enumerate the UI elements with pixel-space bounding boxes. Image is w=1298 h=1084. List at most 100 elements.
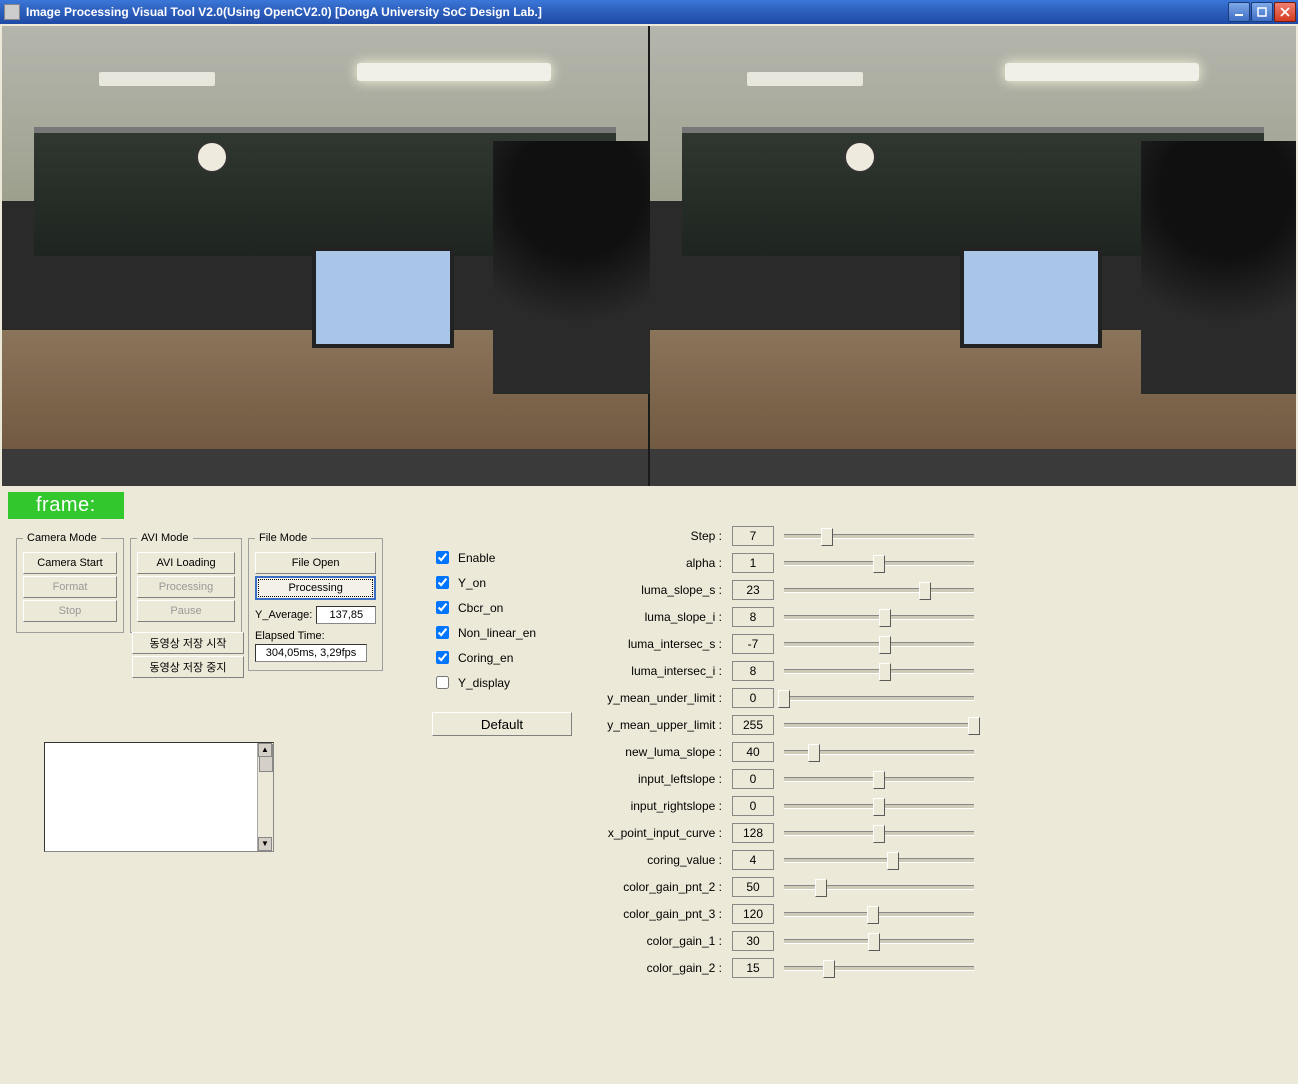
slider-color_gain_1[interactable] (784, 929, 974, 953)
slider-label-y_mean_upper_limit: y_mean_upper_limit : (582, 718, 722, 732)
video-right (650, 26, 1296, 486)
avi-loading-button[interactable]: AVI Loading (137, 552, 235, 574)
slider-label-alpha: alpha : (582, 556, 722, 570)
slider-label-luma_slope_s: luma_slope_s : (582, 583, 722, 597)
slider-label-new_luma_slope: new_luma_slope : (582, 745, 722, 759)
default-button[interactable]: Default (432, 712, 572, 736)
video-save-start-button[interactable]: 동영상 저장 시작 (132, 632, 244, 654)
titlebar: Image Processing Visual Tool V2.0(Using … (0, 0, 1298, 24)
slider-label-luma_intersec_i: luma_intersec_i : (582, 664, 722, 678)
slider-thumb-color_gain_pnt_3[interactable] (867, 906, 879, 924)
slider-y_mean_under_limit[interactable] (784, 686, 974, 710)
slider-row-input_rightslope: input_rightslope :0 (582, 792, 982, 819)
slider-color_gain_pnt_2[interactable] (784, 875, 974, 899)
y-on-checkbox[interactable] (436, 576, 449, 589)
slider-label-coring_value: coring_value : (582, 853, 722, 867)
slider-thumb-x_point_input_curve[interactable] (873, 825, 885, 843)
slider-value-luma_intersec_s: -7 (732, 634, 774, 654)
nonlinear-en-checkbox[interactable] (436, 626, 449, 639)
slider-luma_intersec_s[interactable] (784, 632, 974, 656)
slider-thumb-luma_intersec_i[interactable] (879, 663, 891, 681)
slider-label-input_rightslope: input_rightslope : (582, 799, 722, 813)
video-save-stop-button[interactable]: 동영상 저장 중지 (132, 656, 244, 678)
slider-row-Step: Step :7 (582, 522, 982, 549)
slider-row-input_leftslope: input_leftslope :0 (582, 765, 982, 792)
camera-stop-button: Stop (23, 600, 117, 622)
slider-thumb-y_mean_under_limit[interactable] (778, 690, 790, 708)
camera-start-button[interactable]: Camera Start (23, 552, 117, 574)
slider-value-new_luma_slope: 40 (732, 742, 774, 762)
slider-thumb-luma_intersec_s[interactable] (879, 636, 891, 654)
slider-luma_slope_i[interactable] (784, 605, 974, 629)
slider-value-input_leftslope: 0 (732, 769, 774, 789)
slider-thumb-luma_slope_i[interactable] (879, 609, 891, 627)
scroll-up-arrow[interactable]: ▲ (258, 743, 272, 757)
nonlinear-en-label: Non_linear_en (458, 626, 536, 640)
slider-coring_value[interactable] (784, 848, 974, 872)
slider-thumb-luma_slope_s[interactable] (919, 582, 931, 600)
slider-value-alpha: 1 (732, 553, 774, 573)
slider-alpha[interactable] (784, 551, 974, 575)
slider-label-color_gain_1: color_gain_1 : (582, 934, 722, 948)
scroll-down-arrow[interactable]: ▼ (258, 837, 272, 851)
avi-pause-button: Pause (137, 600, 235, 622)
close-button[interactable] (1274, 2, 1296, 22)
slider-label-color_gain_pnt_3: color_gain_pnt_3 : (582, 907, 722, 921)
minimize-button[interactable] (1228, 2, 1250, 22)
video-panels (2, 26, 1296, 486)
slider-row-color_gain_pnt_2: color_gain_pnt_2 :50 (582, 873, 982, 900)
camera-mode-legend: Camera Mode (23, 532, 101, 544)
slider-label-color_gain_pnt_2: color_gain_pnt_2 : (582, 880, 722, 894)
video-left (2, 26, 648, 486)
cbcr-on-checkbox[interactable] (436, 601, 449, 614)
file-processing-button[interactable]: Processing (255, 576, 376, 600)
slider-row-y_mean_upper_limit: y_mean_upper_limit :255 (582, 711, 982, 738)
slider-value-x_point_input_curve: 128 (732, 823, 774, 843)
slider-luma_intersec_i[interactable] (784, 659, 974, 683)
coring-en-checkbox[interactable] (436, 651, 449, 664)
cbcr-on-label: Cbcr_on (458, 601, 503, 615)
slider-value-luma_slope_i: 8 (732, 607, 774, 627)
slider-row-luma_slope_s: luma_slope_s :23 (582, 576, 982, 603)
slider-row-luma_intersec_s: luma_intersec_s : -7 (582, 630, 982, 657)
slider-thumb-alpha[interactable] (873, 555, 885, 573)
y-on-label: Y_on (458, 576, 486, 590)
slider-y_mean_upper_limit[interactable] (784, 713, 974, 737)
frame-counter-label: frame: (8, 492, 124, 519)
maximize-button[interactable] (1251, 2, 1273, 22)
slider-thumb-new_luma_slope[interactable] (808, 744, 820, 762)
slider-thumb-Step[interactable] (821, 528, 833, 546)
log-scrollbar[interactable]: ▲ ▼ (257, 743, 273, 851)
slider-value-y_mean_under_limit: 0 (732, 688, 774, 708)
slider-new_luma_slope[interactable] (784, 740, 974, 764)
enable-checkbox[interactable] (436, 551, 449, 564)
slider-color_gain_pnt_3[interactable] (784, 902, 974, 926)
file-open-button[interactable]: File Open (255, 552, 376, 574)
slider-thumb-color_gain_2[interactable] (823, 960, 835, 978)
slider-value-color_gain_1: 30 (732, 931, 774, 951)
slider-thumb-input_rightslope[interactable] (873, 798, 885, 816)
slider-row-luma_slope_i: luma_slope_i :8 (582, 603, 982, 630)
slider-label-luma_intersec_s: luma_intersec_s : (582, 637, 722, 651)
slider-row-new_luma_slope: new_luma_slope : 40 (582, 738, 982, 765)
app-icon (4, 4, 20, 20)
slider-thumb-color_gain_1[interactable] (868, 933, 880, 951)
slider-thumb-color_gain_pnt_2[interactable] (815, 879, 827, 897)
slider-value-luma_intersec_i: 8 (732, 661, 774, 681)
slider-luma_slope_s[interactable] (784, 578, 974, 602)
log-textarea[interactable]: ▲ ▼ (44, 742, 274, 852)
slider-row-color_gain_pnt_3: color_gain_pnt_3 :120 (582, 900, 982, 927)
y-display-checkbox[interactable] (436, 676, 449, 689)
slider-color_gain_2[interactable] (784, 956, 974, 980)
slider-Step[interactable] (784, 524, 974, 548)
slider-x_point_input_curve[interactable] (784, 821, 974, 845)
slider-value-coring_value: 4 (732, 850, 774, 870)
slider-thumb-input_leftslope[interactable] (873, 771, 885, 789)
slider-label-Step: Step : (582, 529, 722, 543)
enable-label: Enable (458, 551, 495, 565)
slider-thumb-y_mean_upper_limit[interactable] (968, 717, 980, 735)
slider-input_rightslope[interactable] (784, 794, 974, 818)
slider-thumb-coring_value[interactable] (887, 852, 899, 870)
control-pane: frame: Camera Mode Camera Start Format S… (2, 486, 1296, 529)
slider-input_leftslope[interactable] (784, 767, 974, 791)
